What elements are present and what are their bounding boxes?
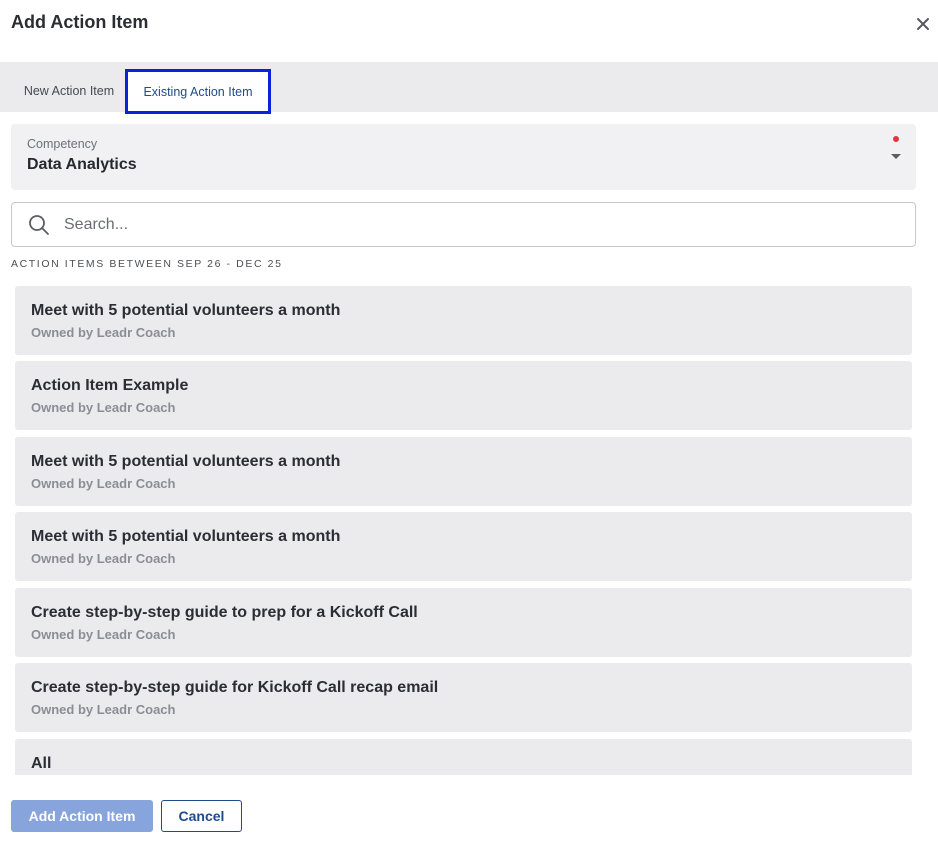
list-item[interactable]: Create step-by-step guide for Kickoff Ca… <box>15 663 912 732</box>
list-item[interactable]: Create step-by-step guide to prep for a … <box>15 588 912 657</box>
list-item[interactable]: Meet with 5 potential volunteers a month… <box>15 286 912 355</box>
list-item[interactable]: Meet with 5 potential volunteers a month… <box>15 437 912 506</box>
competency-select[interactable]: Competency Data Analytics <box>11 124 916 190</box>
dialog-title: Add Action Item <box>11 12 149 32</box>
action-item-list: Meet with 5 potential volunteers a month… <box>15 286 912 775</box>
item-owner: Owned by Leadr Coach <box>31 551 176 566</box>
tab-new-action-item[interactable]: New Action Item <box>12 70 126 112</box>
item-owner: Owned by Leadr Coach <box>31 476 176 491</box>
item-owner: Owned by Leadr Coach <box>31 702 176 717</box>
item-title: Meet with 5 potential volunteers a month <box>31 453 341 470</box>
caret-down-icon <box>891 154 901 159</box>
section-title: ACTION ITEMS BETWEEN SEP 26 - DEC 25 <box>11 258 283 270</box>
item-title: Meet with 5 potential volunteers a month <box>31 528 341 545</box>
item-title: Action Item Example <box>31 377 189 394</box>
list-item[interactable]: Action Item Example Owned by Leadr Coach <box>15 361 912 430</box>
dialog-header: Add Action Item <box>0 0 938 62</box>
item-title: All <box>31 755 52 772</box>
item-owner: Owned by Leadr Coach <box>31 325 176 340</box>
item-owner: Owned by Leadr Coach <box>31 400 176 415</box>
search-input[interactable] <box>64 211 894 239</box>
required-indicator <box>893 136 899 142</box>
item-owner: Owned by Leadr Coach <box>31 627 176 642</box>
item-title: Meet with 5 potential volunteers a month <box>31 302 341 319</box>
add-action-item-button[interactable]: Add Action Item <box>11 800 153 832</box>
tab-existing-action-item[interactable]: Existing Action Item <box>125 69 271 114</box>
list-item[interactable]: Meet with 5 potential volunteers a month… <box>15 512 912 581</box>
close-icon[interactable] <box>911 12 935 36</box>
list-item[interactable]: All <box>15 739 912 775</box>
competency-label: Competency <box>27 137 98 151</box>
search-icon <box>29 215 49 235</box>
item-title: Create step-by-step guide for Kickoff Ca… <box>31 679 439 696</box>
search-box[interactable] <box>11 202 916 247</box>
competency-value: Data Analytics <box>27 156 137 173</box>
cancel-button[interactable]: Cancel <box>161 800 242 832</box>
item-title: Create step-by-step guide to prep for a … <box>31 604 418 621</box>
